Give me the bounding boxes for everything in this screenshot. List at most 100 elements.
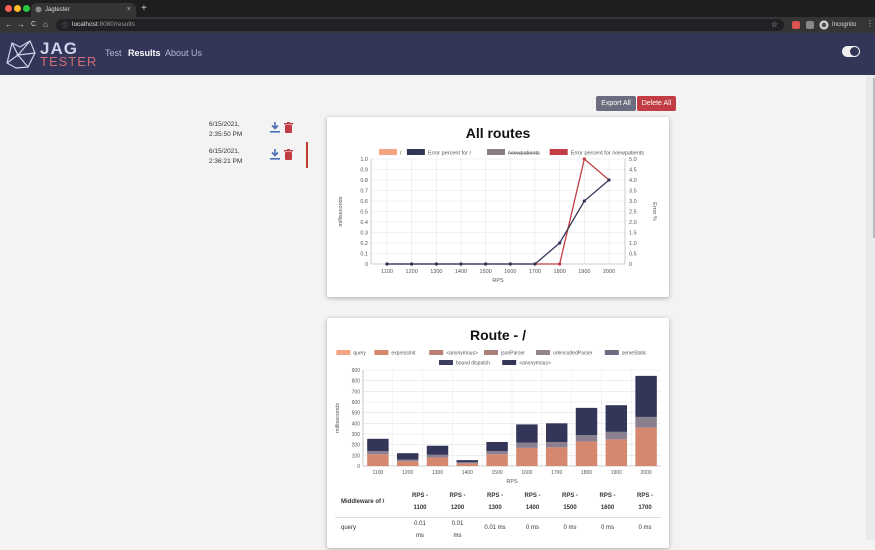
x-tick-label: 1900 — [611, 470, 622, 476]
table-row-label: query — [341, 525, 357, 531]
table-column-header: RPS -1700 — [636, 493, 653, 511]
reload-icon[interactable]: C — [31, 21, 36, 28]
legend-swatch — [406, 149, 425, 155]
export-all-button[interactable]: Export All — [596, 96, 636, 111]
tab-close-icon[interactable]: × — [127, 6, 131, 13]
new-tab-button[interactable]: + — [141, 3, 147, 14]
legend-label: Error percent for /viewpatients — [571, 151, 645, 157]
home-icon[interactable]: ⌂ — [43, 20, 48, 29]
x-tick-label: 1400 — [462, 470, 473, 476]
y-tick-label: 300 — [352, 432, 361, 438]
puzzle-icon[interactable] — [806, 21, 814, 29]
table-cell: 0 ms — [600, 525, 614, 531]
bar-segment — [486, 442, 508, 452]
y-tick-label: 700 — [352, 389, 361, 395]
browser-menu-icon[interactable]: ⋮ — [866, 19, 874, 28]
bar-segment — [426, 457, 449, 466]
legend-swatch — [374, 350, 389, 355]
x-tick-label: 1900 — [578, 269, 590, 275]
bar-segment — [575, 441, 598, 466]
bookmark-star-icon[interactable]: ☆ — [771, 20, 778, 29]
nav-results[interactable]: Results — [128, 48, 161, 58]
table-cell: 0.01 ms — [484, 525, 506, 531]
table-column-header: RPS -1100 — [411, 493, 428, 511]
y2-tick-label: 3.0 — [629, 199, 637, 205]
browser-tab-strip: Jagtester × + — [0, 0, 875, 17]
browser-tab[interactable]: Jagtester × — [31, 3, 136, 17]
y2-tick-label: 0 — [629, 262, 632, 268]
bar-segment — [367, 454, 389, 466]
bar-segment — [635, 416, 657, 428]
download-icon[interactable] — [270, 149, 280, 160]
legend-label: bound dispatch — [456, 361, 490, 367]
legend-label: serveStatic — [622, 351, 647, 357]
y-tick-label: 0.3 — [360, 231, 368, 237]
close-window-button[interactable] — [5, 5, 12, 12]
legend-label: <anonymous> — [519, 361, 551, 367]
minimize-window-button[interactable] — [14, 5, 21, 12]
legend-swatch — [429, 350, 444, 355]
download-icon[interactable] — [270, 122, 280, 133]
bar-segment — [516, 447, 538, 466]
history-item[interactable]: 6/15/2021, 2:35:50 PM — [209, 120, 309, 150]
history-item[interactable]: 6/15/2021, 2:36:21 PM — [209, 147, 309, 177]
route-card: Route - / query expressInit <anonymous> jso… — [327, 318, 669, 548]
data-point — [582, 157, 586, 161]
x-tick-label: 1200 — [402, 470, 413, 476]
y-tick-label: 1.0 — [360, 157, 368, 163]
x-tick-label: 1100 — [373, 470, 384, 476]
x-tick-label: 1700 — [529, 269, 541, 275]
y-tick-label: 200 — [352, 443, 361, 449]
table-cell: 0 ms — [638, 525, 652, 531]
data-point — [607, 178, 611, 182]
back-arrow-icon[interactable]: ← — [5, 20, 13, 29]
url-host: localhost — [72, 21, 98, 28]
data-point — [484, 262, 488, 266]
bar-segment — [605, 439, 628, 466]
toggle-knob — [850, 47, 859, 56]
y-tick-label: 500 — [352, 411, 361, 417]
y2-tick-label: 5.0 — [629, 157, 637, 163]
data-point — [558, 262, 562, 266]
table-divider — [335, 517, 661, 518]
info-icon[interactable]: ⓘ — [62, 21, 68, 30]
x-axis-label: RPS — [506, 479, 518, 485]
jaguar-logo-icon[interactable] — [4, 37, 38, 71]
x-tick-label: 1500 — [492, 470, 503, 476]
y-tick-label: 0 — [357, 464, 360, 470]
y2-tick-label: 2.0 — [629, 220, 637, 226]
data-point — [434, 262, 438, 266]
profile-label: Incognito — [832, 22, 857, 28]
bar-segment — [516, 424, 538, 443]
y-tick-label: 900 — [352, 368, 361, 374]
delete-all-button[interactable]: Delete All — [637, 96, 676, 111]
trash-icon[interactable] — [284, 149, 293, 160]
y-tick-label: 0.1 — [360, 252, 368, 258]
incognito-icon[interactable] — [819, 20, 829, 30]
legend-swatch — [336, 350, 351, 355]
legend-swatch — [379, 149, 397, 155]
bar-segment — [396, 461, 419, 466]
extension-icon[interactable] — [792, 21, 800, 29]
bar-segment — [635, 427, 657, 466]
y-tick-label: 800 — [352, 379, 361, 385]
maximize-window-button[interactable] — [23, 5, 30, 12]
y2-tick-label: 1.5 — [629, 231, 637, 237]
x-tick-label: 1800 — [581, 470, 592, 476]
forward-arrow-icon[interactable]: → — [17, 20, 25, 29]
y2-axis-label: Error % — [651, 202, 657, 221]
address-bar[interactable]: ⓘ localhost:8080/results ☆ — [56, 19, 784, 31]
y-tick-label: 0.2 — [360, 241, 368, 247]
x-tick-label: 1100 — [381, 269, 393, 275]
nav-test[interactable]: Test — [105, 48, 122, 58]
bar-segment — [367, 438, 389, 452]
bar-segment — [575, 407, 598, 436]
theme-toggle[interactable] — [842, 46, 860, 57]
history-date: 6/15/2021, 2:35:50 PM — [209, 121, 243, 138]
app-navbar: JAG TESTER Test Results About Us — [0, 33, 875, 75]
y-tick-label: 0.4 — [360, 220, 368, 226]
bar-segment — [426, 445, 449, 455]
nav-about-us[interactable]: About Us — [165, 48, 202, 58]
bar-segment — [426, 454, 449, 458]
trash-icon[interactable] — [284, 122, 293, 133]
